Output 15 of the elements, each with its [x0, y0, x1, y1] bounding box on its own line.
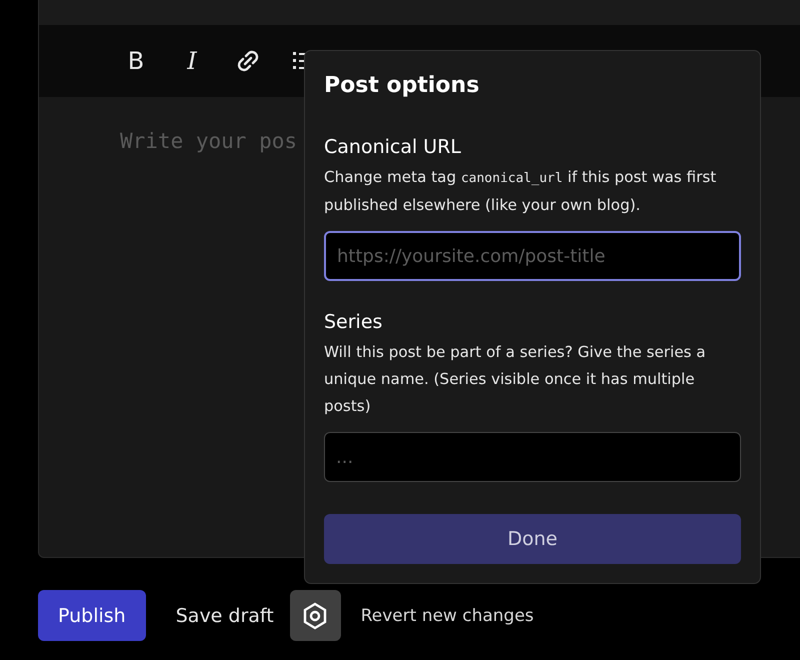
field-label: Canonical URL — [324, 136, 462, 158]
settings-icon — [302, 602, 328, 630]
italic-button[interactable]: I — [173, 42, 211, 80]
popover-title: Post options — [324, 73, 480, 98]
input-field[interactable]: https://yoursite.com/post-title — [324, 231, 741, 281]
publish-button[interactable]: Publish — [38, 590, 146, 641]
save-draft-button[interactable]: Save draft — [160, 590, 290, 641]
settings-button[interactable] — [290, 590, 341, 641]
field-description: Change meta tag canonical_url if this post was first published elsewhere (like your own blog). — [324, 167, 718, 216]
field-description: Will this post be part of a series? Give the series a unique name. (Series visible once it has multiple posts) — [324, 342, 707, 417]
field-label: Series — [324, 311, 384, 333]
done-button[interactable]: Done — [324, 514, 741, 564]
revert-changes-button[interactable]: Revert new changes — [340, 590, 554, 641]
input-field[interactable]: ... — [324, 432, 741, 482]
bold-button[interactable]: B — [117, 42, 155, 80]
